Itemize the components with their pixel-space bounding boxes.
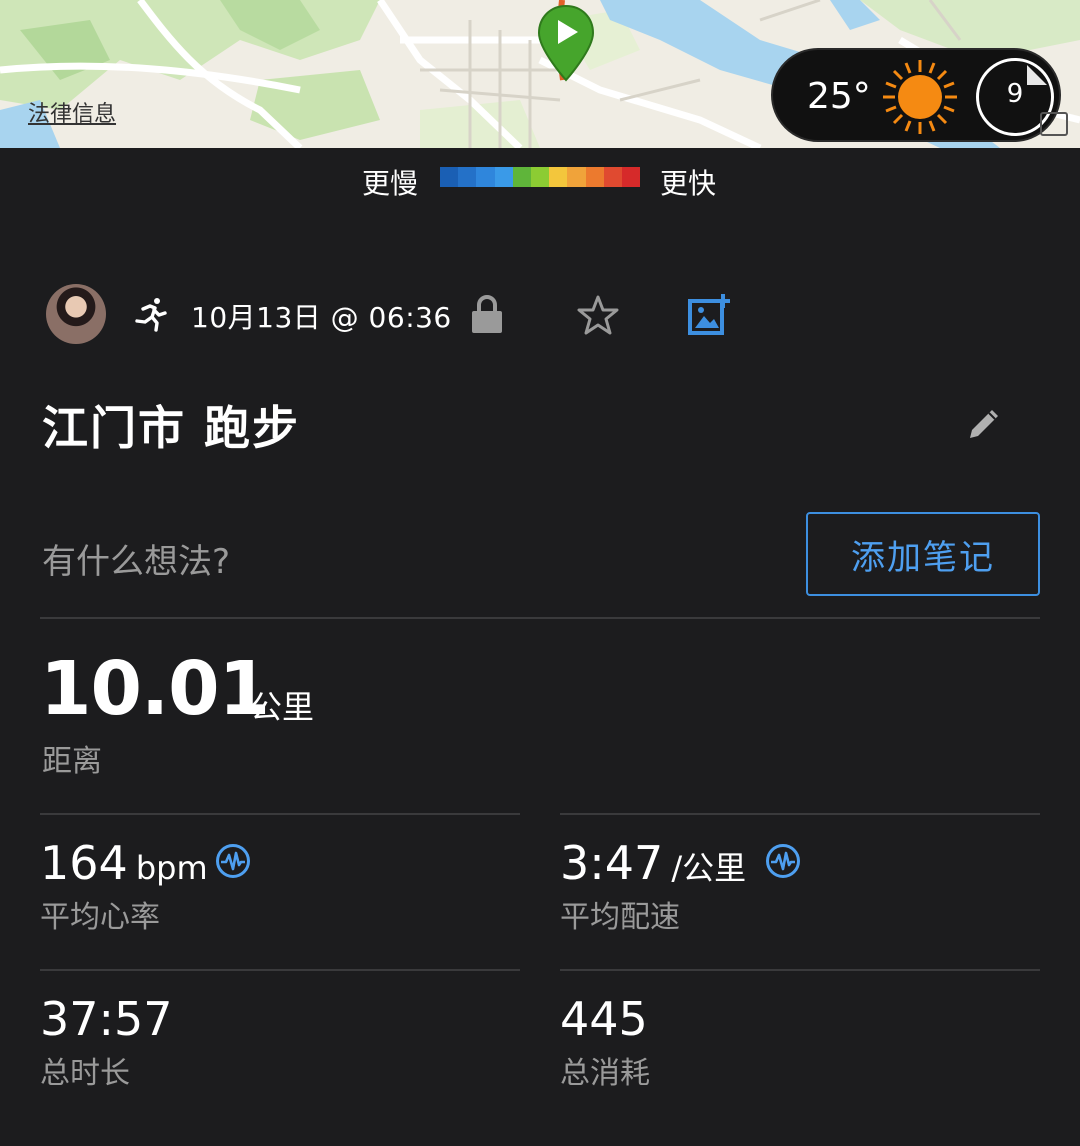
pace-color-segment xyxy=(494,167,513,187)
edit-pencil-icon[interactable] xyxy=(964,404,1004,444)
faster-label: 更快 xyxy=(660,167,717,200)
pace-stat[interactable]: 3:47/公里 平均配速 xyxy=(560,836,746,936)
duration-stat: 37:57 总时长 xyxy=(40,992,173,1092)
pace-gradient-bar xyxy=(440,167,641,187)
route-map[interactable]: 法律信息 25° 9 xyxy=(0,0,1080,148)
divider xyxy=(560,813,1040,815)
pace-color-segment xyxy=(440,167,459,187)
add-photo-icon[interactable] xyxy=(687,292,733,338)
legal-info-link[interactable]: 法律信息 xyxy=(28,96,116,128)
divider xyxy=(40,617,1040,619)
pace-color-segment xyxy=(476,167,495,187)
pace-color-segment xyxy=(549,167,568,187)
slower-label: 更慢 xyxy=(362,167,419,200)
sun-icon xyxy=(883,60,957,134)
heart-rate-chart-icon[interactable] xyxy=(215,843,251,879)
heart-rate-stat[interactable]: 164 bpm 平均心率 xyxy=(40,836,208,936)
start-marker-icon[interactable] xyxy=(536,4,596,84)
map-layers-icon[interactable] xyxy=(1040,112,1068,136)
calories-value: 445 xyxy=(560,992,648,1046)
heart-rate-value: 164 xyxy=(40,836,128,890)
activity-detail-screen: 法律信息 25° 9 更慢 更快 10月13日 @ 06:36 江门市 跑步 有… xyxy=(0,0,1080,1146)
pace-color-segment xyxy=(458,167,477,187)
activity-title: 江门市 跑步 xyxy=(42,401,301,455)
duration-label: 总时长 xyxy=(40,1056,130,1091)
running-icon xyxy=(135,298,167,332)
pace-value: 3:47 xyxy=(560,836,664,890)
duration-value: 37:57 xyxy=(40,992,173,1046)
calories-label: 总消耗 xyxy=(560,1056,650,1091)
pace-row: 3:47/公里 xyxy=(560,836,746,890)
divider xyxy=(40,813,520,815)
heart-rate-label: 平均心率 xyxy=(40,900,160,935)
pace-chart-icon[interactable] xyxy=(765,843,801,879)
heart-rate-row: 164 bpm xyxy=(40,836,208,890)
pace-color-segment xyxy=(530,167,550,187)
temperature-value: 25° xyxy=(807,76,871,117)
pace-label: 平均配速 xyxy=(560,900,680,935)
pace-color-segment xyxy=(603,167,622,187)
avatar[interactable] xyxy=(46,284,106,344)
distance-value: 10.01 xyxy=(40,646,270,732)
wind-value: 9 xyxy=(1006,79,1024,109)
activity-datetime: 10月13日 @ 06:36 xyxy=(191,301,452,334)
pace-color-segment xyxy=(512,167,531,187)
pace-color-scale: 更慢 更快 xyxy=(0,160,1080,200)
divider xyxy=(560,969,1040,971)
star-icon[interactable] xyxy=(577,294,619,336)
activity-meta-row: 10月13日 @ 06:36 xyxy=(0,284,1080,346)
weather-widget: 25° 9 xyxy=(771,48,1061,142)
pace-color-segment xyxy=(567,167,586,187)
lock-icon[interactable] xyxy=(470,294,504,334)
divider xyxy=(40,969,520,971)
distance-label: 距离 xyxy=(42,744,102,779)
distance-unit: 公里 xyxy=(250,688,315,726)
pace-color-segment xyxy=(585,167,604,187)
heart-rate-unit: bpm xyxy=(135,849,208,887)
calories-stat: 445 总消耗 xyxy=(560,992,650,1092)
thoughts-input[interactable]: 有什么想法? xyxy=(42,534,230,583)
add-note-button[interactable]: 添加笔记 xyxy=(806,512,1040,596)
pace-unit: /公里 xyxy=(671,849,747,887)
pace-color-segment xyxy=(621,167,641,187)
